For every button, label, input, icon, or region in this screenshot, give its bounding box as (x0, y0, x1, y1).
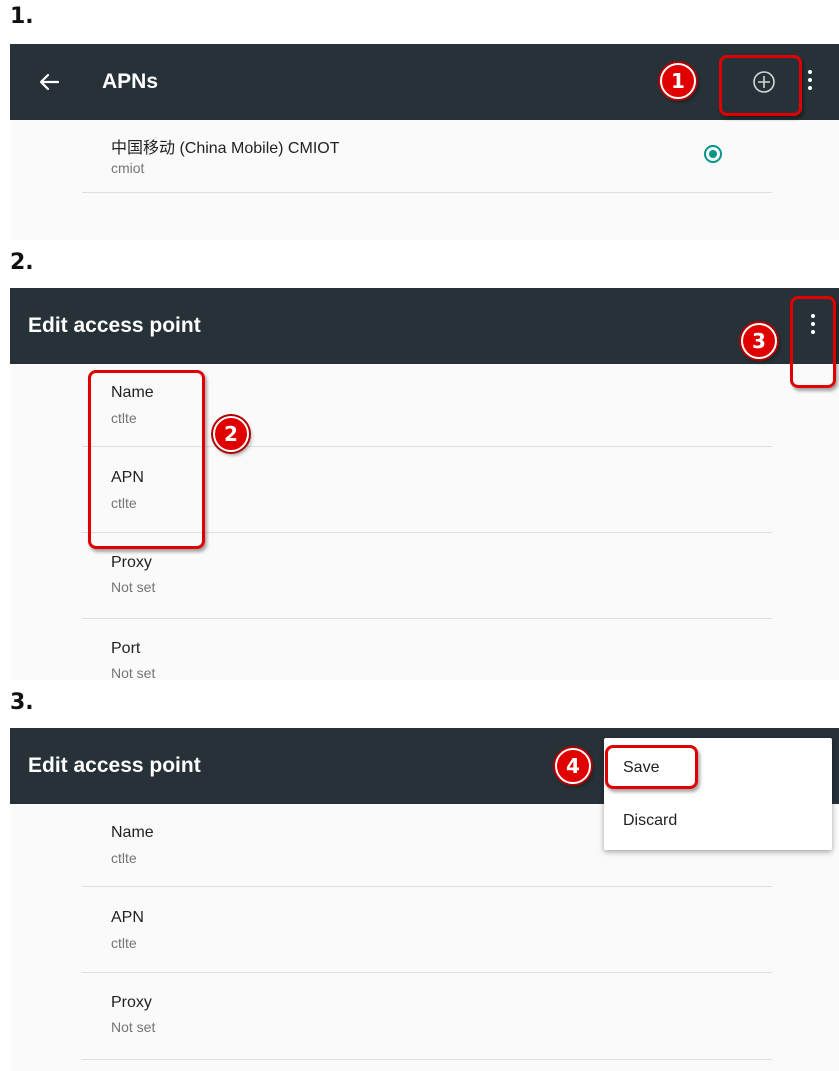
field-label: Proxy (111, 554, 152, 571)
step-number: 2. (10, 250, 34, 275)
field-value: Not set (111, 665, 156, 680)
field-proxy[interactable]: Proxy Not set (82, 973, 772, 1060)
apn-entry-apn: cmiot (111, 160, 145, 176)
apns-screen: APNs 中国移动 (China Mobile) CMIOT cmiot (10, 44, 839, 240)
highlight-name-apn-fields (88, 370, 205, 549)
page-title: Edit access point (28, 314, 201, 337)
page-title: APNs (102, 70, 159, 93)
field-label: APN (111, 909, 144, 926)
callout-badge: 2 (213, 416, 249, 452)
callout-badge: 4 (555, 748, 591, 784)
arrow-left-icon[interactable] (34, 67, 64, 97)
callout-badge: 1 (660, 63, 696, 99)
page-title: Edit access point (28, 754, 201, 777)
field-value: ctlte (111, 935, 137, 951)
field-value: Not set (111, 579, 156, 595)
more-vert-icon[interactable] (807, 70, 813, 94)
callout-badge: 3 (741, 323, 777, 359)
menu-item-discard[interactable]: Discard (623, 812, 677, 830)
list-item[interactable]: 中国移动 (China Mobile) CMIOT cmiot (82, 120, 772, 193)
highlight-add-button (719, 55, 802, 116)
radio-button-selected[interactable] (704, 145, 722, 163)
field-value: Not set (111, 1019, 156, 1035)
step-number: 1. (10, 4, 34, 29)
field-label: Port (111, 640, 141, 657)
edit-access-point-screen-menu: Edit access point Name ctlte APN ctlte P… (10, 728, 839, 1071)
field-port[interactable]: Port Not set (82, 619, 772, 680)
step-number: 3. (10, 690, 34, 715)
app-bar: Edit access point (10, 288, 839, 364)
highlight-more-button (790, 296, 836, 388)
highlight-save-item (605, 745, 698, 789)
field-apn[interactable]: APN ctlte (82, 887, 772, 973)
apn-entry-name: 中国移动 (China Mobile) CMIOT (111, 140, 340, 157)
field-value: ctlte (111, 850, 137, 866)
field-label: Name (111, 824, 154, 841)
field-label: Proxy (111, 994, 152, 1011)
app-bar: APNs (10, 44, 839, 120)
